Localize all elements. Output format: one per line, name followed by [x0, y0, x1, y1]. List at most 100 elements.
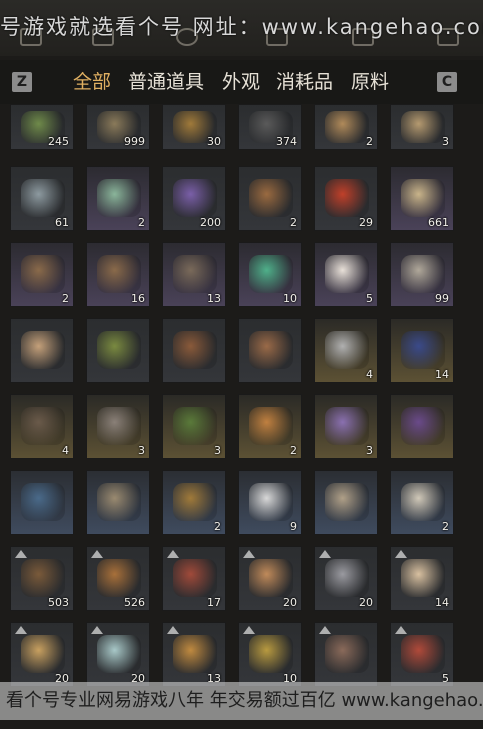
inventory-slot[interactable]: 14 — [390, 546, 454, 611]
inventory-slot[interactable] — [314, 622, 378, 687]
mountain-emblem-icon — [249, 483, 293, 521]
inventory-slot[interactable] — [86, 470, 150, 535]
inventory-slot[interactable]: 10 — [238, 242, 302, 307]
inventory-slot[interactable]: 20 — [314, 546, 378, 611]
inventory-slot[interactable]: 17 — [162, 546, 226, 611]
next-tab-key[interactable]: C — [437, 72, 457, 92]
watermark-top: 号游戏就选看个号 网址：www.kangehao.com — [0, 15, 483, 39]
item-count: 2 — [214, 520, 221, 533]
inventory-slot[interactable]: 2 — [162, 470, 226, 535]
inventory-slot[interactable]: 3 — [86, 394, 150, 459]
inventory-slot[interactable] — [162, 318, 226, 383]
inventory-slot[interactable]: 526 — [86, 546, 150, 611]
bowl-icon — [173, 331, 217, 369]
inventory-slot[interactable]: 2 — [238, 166, 302, 231]
mountain-diorama-icon — [401, 483, 445, 521]
red-gem-icon — [325, 179, 369, 217]
upgrade-badge-icon — [167, 550, 179, 558]
inventory-slot[interactable]: 13 — [162, 242, 226, 307]
inventory-slot[interactable]: 20 — [10, 622, 74, 687]
inventory-slot[interactable]: 3 — [314, 394, 378, 459]
hide-icon — [325, 111, 369, 143]
item-count: 10 — [283, 292, 297, 305]
inventory-slot[interactable]: 3 — [390, 104, 454, 150]
inventory-slot[interactable] — [390, 394, 454, 459]
inventory-slot[interactable]: 29 — [314, 166, 378, 231]
tab-appearance[interactable]: 外观 — [222, 68, 260, 96]
item-count: 61 — [55, 216, 69, 229]
tab-consumables[interactable]: 消耗品 — [276, 68, 333, 96]
upgrade-badge-icon — [243, 626, 255, 634]
inventory-slot[interactable]: 4 — [10, 394, 74, 459]
inventory-slot[interactable]: 661 — [390, 166, 454, 231]
inventory-grid: 245 999 30 374 2 3 61 2 200 2 29 661 2 16 13 10 5 99 4 14 4 3… — [0, 104, 483, 729]
inventory-slot[interactable]: 374 — [238, 104, 302, 150]
inventory-slot[interactable]: 9 — [238, 470, 302, 535]
inventory-slot[interactable]: 2 — [314, 104, 378, 150]
item-count: 4 — [366, 368, 373, 381]
inventory-slot[interactable]: 2 — [86, 166, 150, 231]
fish-plate-icon — [325, 559, 369, 597]
item-count: 2 — [290, 216, 297, 229]
red-dish-icon — [401, 635, 445, 673]
item-count: 661 — [428, 216, 449, 229]
scroll-icon — [21, 483, 65, 521]
inventory-slot[interactable] — [238, 318, 302, 383]
item-count: 29 — [359, 216, 373, 229]
soup-pot-icon — [249, 179, 293, 217]
prev-tab-key[interactable]: Z — [12, 72, 32, 92]
tab-materials[interactable]: 原料 — [351, 68, 389, 96]
coin-icon — [401, 255, 445, 293]
upgrade-badge-icon — [91, 626, 103, 634]
inventory-slot[interactable]: 99 — [390, 242, 454, 307]
item-count: 200 — [200, 216, 221, 229]
upgrade-badge-icon — [395, 550, 407, 558]
bowl-icon — [249, 331, 293, 369]
inventory-slot[interactable]: 503 — [10, 546, 74, 611]
tab-general-items[interactable]: 普通道具 — [128, 68, 204, 96]
inventory-slot[interactable]: 3 — [162, 394, 226, 459]
inventory-slot[interactable]: 2 — [10, 242, 74, 307]
item-count: 13 — [207, 292, 221, 305]
dragon-stone-icon — [325, 331, 369, 369]
stone-ball-icon — [21, 331, 65, 369]
stew-icon — [21, 559, 65, 597]
inventory-slot[interactable]: 2 — [238, 394, 302, 459]
watermark-bottom: 看个号专业网易游戏八年 年交易额过百亿 www.kangehao.com — [0, 682, 483, 720]
inventory-slot[interactable]: 4 — [314, 318, 378, 383]
inventory-slot[interactable]: 20 — [86, 622, 150, 687]
inventory-slot[interactable]: 10 — [238, 622, 302, 687]
inventory-slot[interactable]: 14 — [390, 318, 454, 383]
item-count: 20 — [283, 596, 297, 609]
tab-all[interactable]: 全部 — [73, 68, 111, 96]
item-count: 3 — [214, 444, 221, 457]
item-count: 503 — [48, 596, 69, 609]
inventory-slot[interactable]: 16 — [86, 242, 150, 307]
inventory-slot[interactable]: 2 — [390, 470, 454, 535]
inventory-slot[interactable]: 200 — [162, 166, 226, 231]
inventory-slot[interactable] — [10, 318, 74, 383]
item-count: 2 — [442, 520, 449, 533]
upgrade-badge-icon — [395, 626, 407, 634]
inventory-slot[interactable]: 61 — [10, 166, 74, 231]
inventory-slot[interactable]: 5 — [390, 622, 454, 687]
item-count: 374 — [276, 135, 297, 148]
item-count: 3 — [366, 444, 373, 457]
inventory-slot[interactable] — [86, 318, 150, 383]
inventory-slot[interactable]: 30 — [162, 104, 226, 150]
inventory-slot[interactable] — [10, 470, 74, 535]
lavender-icon — [173, 179, 217, 217]
inventory-slot[interactable]: 5 — [314, 242, 378, 307]
item-count: 2 — [62, 292, 69, 305]
inventory-slot[interactable]: 999 — [86, 104, 150, 150]
cloth-bundle-icon — [401, 111, 445, 143]
upgrade-badge-icon — [319, 550, 331, 558]
upgrade-badge-icon — [15, 550, 27, 558]
inventory-slot[interactable]: 13 — [162, 622, 226, 687]
inventory-slot[interactable] — [314, 470, 378, 535]
item-count: 9 — [290, 520, 297, 533]
upgrade-badge-icon — [15, 626, 27, 634]
inventory-slot[interactable]: 245 — [10, 104, 74, 150]
upgrade-badge-icon — [319, 626, 331, 634]
inventory-slot[interactable]: 20 — [238, 546, 302, 611]
